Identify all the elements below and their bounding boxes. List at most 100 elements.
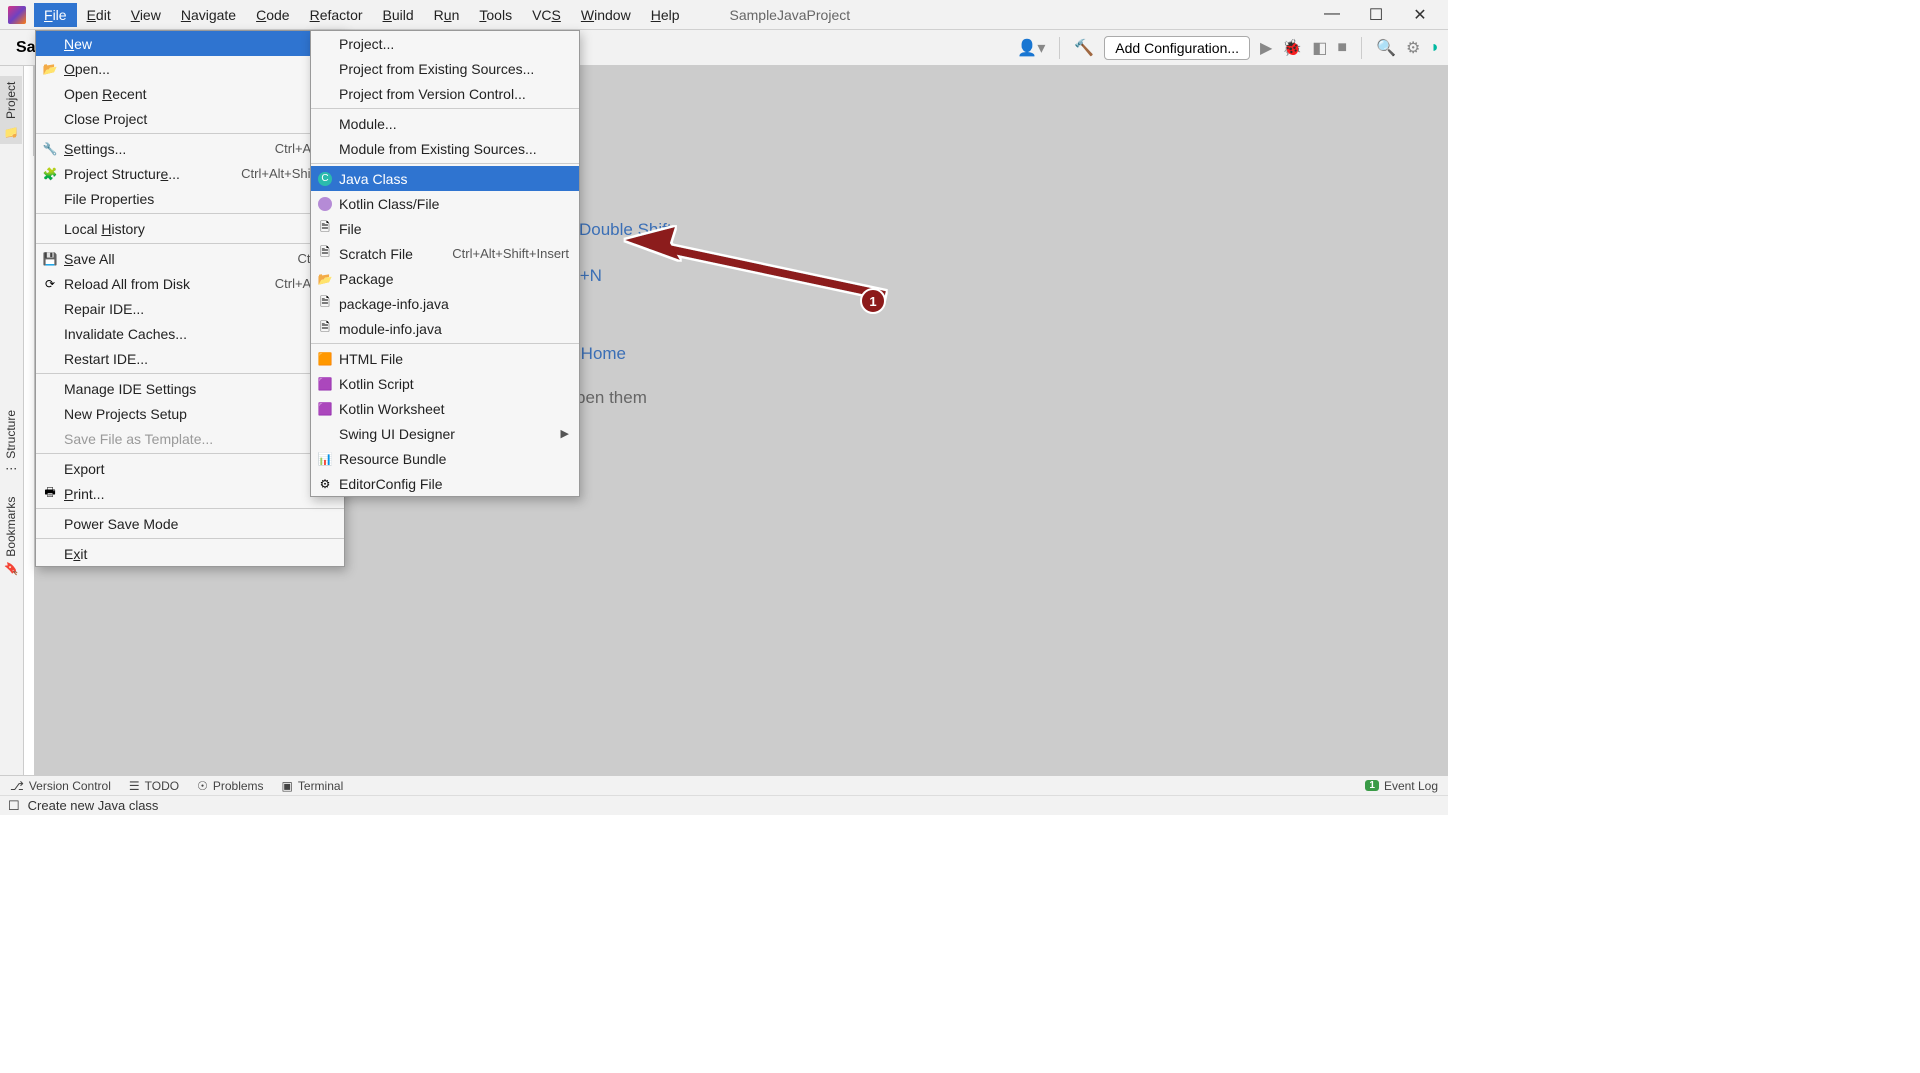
coverage-icon[interactable]: ◧ (1312, 38, 1327, 58)
file-menu-item-close-project[interactable]: Close Project (36, 106, 344, 131)
menu-navigate[interactable]: Navigate (171, 3, 246, 27)
add-configuration-button[interactable]: Add Configuration... (1104, 36, 1250, 60)
file-menu-item-manage-ide-settings[interactable]: Manage IDE Settings▶ (36, 376, 344, 401)
tool-todo[interactable]: ☰TODO (129, 779, 179, 793)
new-menu-item-scratch-file[interactable]: 🗎Scratch FileCtrl+Alt+Shift+Insert (311, 241, 579, 266)
new-menu-item-kotlin-script[interactable]: 🟪Kotlin Script (311, 371, 579, 396)
wrench-icon: 🔧 (42, 141, 58, 157)
file-menu-item-repair-ide-[interactable]: Repair IDE... (36, 296, 344, 321)
file-menu-item-file-properties[interactable]: File Properties▶ (36, 186, 344, 211)
warning-icon: ☉ (197, 779, 208, 793)
menu-help[interactable]: Help (641, 3, 690, 27)
menu-vcs[interactable]: VCS (522, 3, 571, 27)
menu-run[interactable]: Run (424, 3, 470, 27)
menu-label: package-info.java (339, 296, 569, 312)
status-bar: ☐ Create new Java class (0, 795, 1448, 815)
new-menu-item-file[interactable]: 🗎File (311, 216, 579, 241)
menu-label: Open... (64, 61, 334, 77)
menu-label: module-info.java (339, 321, 569, 337)
menu-file[interactable]: File (34, 3, 77, 27)
menu-view[interactable]: View (121, 3, 171, 27)
new-menu-item-package-info-java[interactable]: 🗎 package-info.java (311, 291, 579, 316)
file-menu-item-new[interactable]: New▶ (36, 31, 344, 56)
stop-icon[interactable]: ■ (1337, 39, 1347, 57)
save-icon: 💾 (42, 251, 58, 267)
tool-project[interactable]: 📁 Project (0, 76, 22, 144)
new-menu-item-html-file[interactable]: 🟧HTML File (311, 346, 579, 371)
close-button[interactable]: ✕ (1408, 5, 1432, 25)
new-menu-item-kotlin-worksheet[interactable]: 🟪Kotlin Worksheet (311, 396, 579, 421)
tool-version-control[interactable]: ⎇Version Control (10, 779, 111, 793)
menu-refactor[interactable]: Refactor (300, 3, 373, 27)
file-menu-item-restart-ide-[interactable]: Restart IDE... (36, 346, 344, 371)
search-icon[interactable]: 🔍 (1376, 38, 1396, 58)
menu-label: Settings... (64, 141, 269, 157)
new-menu-item-swing-ui-designer[interactable]: Swing UI Designer▶ (311, 421, 579, 446)
menu-label: Resource Bundle (339, 451, 569, 467)
jfile-icon: 🗎 (317, 296, 333, 312)
menu-label: Manage IDE Settings (64, 381, 320, 397)
new-menu-item-module-info-java[interactable]: 🗎module-info.java (311, 316, 579, 341)
breadcrumb: Sa (8, 39, 36, 57)
tool-terminal[interactable]: ▣Terminal (282, 779, 344, 793)
user-icon[interactable]: 👤▾ (1017, 38, 1045, 58)
menu-label: Scratch File (339, 246, 446, 262)
file-menu-item-project-structure-[interactable]: 🧩Project Structure...Ctrl+Alt+Shift+S (36, 161, 344, 186)
hammer-icon[interactable]: 🔨 (1074, 38, 1094, 58)
file-menu-item-settings-[interactable]: 🔧Settings...Ctrl+Alt+S (36, 136, 344, 161)
menu-label: Java Class (339, 171, 569, 187)
file-menu-item-reload-all-from-disk[interactable]: ⟳Reload All from DiskCtrl+Alt+Y (36, 271, 344, 296)
menu-label: Close Project (64, 111, 334, 127)
rb-icon: 📊 (317, 451, 333, 467)
tool-problems[interactable]: ☉Problems (197, 779, 263, 793)
menu-tools[interactable]: Tools (469, 3, 522, 27)
jetbrains-icon[interactable]: ◗ (1430, 39, 1440, 57)
file-menu-item-new-projects-setup[interactable]: New Projects Setup▶ (36, 401, 344, 426)
minimize-button[interactable]: — (1320, 5, 1344, 25)
tool-event-log[interactable]: 1Event Log (1365, 779, 1438, 793)
menu-edit[interactable]: Edit (77, 3, 121, 27)
settings-icon[interactable]: ⚙ (1406, 38, 1420, 58)
file-menu-item-open-[interactable]: 📂Open... (36, 56, 344, 81)
file-menu[interactable]: New▶📂Open...Open Recent▶ Close Project 🔧 Se… (35, 30, 345, 567)
file-menu-item-print-[interactable]: 🖶 Print... (36, 481, 344, 506)
run-icon[interactable]: ▶ (1260, 38, 1272, 58)
new-menu-item-kotlin-class-file[interactable]: Kotlin Class/File (311, 191, 579, 216)
menu-label: Print... (64, 486, 334, 502)
shortcut: Ctrl+Alt+Shift+Insert (452, 246, 569, 261)
tool-bookmarks[interactable]: 🔖 Bookmarks (0, 491, 22, 582)
debug-icon[interactable]: 🐞 (1282, 38, 1302, 58)
new-submenu[interactable]: Project...Project from Existing Sources.… (310, 30, 580, 497)
new-menu-item-editorconfig-file[interactable]: ⚙EditorConfig File (311, 471, 579, 496)
window-icon[interactable]: ☐ (8, 798, 20, 814)
file-menu-item-export[interactable]: Export▶ (36, 456, 344, 481)
maximize-button[interactable]: ☐ (1364, 5, 1388, 25)
new-menu-item-module-[interactable]: Module... (311, 111, 579, 136)
file-menu-item-save-all[interactable]: 💾Save AllCtrl+S (36, 246, 344, 271)
file-menu-item-invalidate-caches-[interactable]: Invalidate Caches... (36, 321, 344, 346)
file-menu-item-open-recent[interactable]: Open Recent▶ (36, 81, 344, 106)
new-menu-item-java-class[interactable]: CJava Class (311, 166, 579, 191)
new-menu-item-package[interactable]: 📂Package (311, 266, 579, 291)
new-menu-item-project-[interactable]: Project... (311, 31, 579, 56)
file-menu-item-power-save-mode[interactable]: Power Save Mode (36, 511, 344, 536)
menu-window[interactable]: Window (571, 3, 641, 27)
menu-code[interactable]: Code (246, 3, 299, 27)
hint-nav: -Home (575, 344, 626, 364)
menu-label: File Properties (64, 191, 320, 207)
new-menu-item-project-from-version-control-[interactable]: Project from Version Control... (311, 81, 579, 106)
print-icon: 🖶 (42, 486, 58, 502)
kt-icon: 🟪 (317, 401, 333, 417)
menu-label: Save File as Template... (64, 431, 334, 447)
file-menu-item-local-history[interactable]: Local History▶ (36, 216, 344, 241)
new-menu-item-resource-bundle[interactable]: 📊 Resource Bundle (311, 446, 579, 471)
menu-label: Exit (64, 546, 334, 562)
hint-drop: pen them (576, 388, 647, 408)
tool-structure[interactable]: ⋮ Structure (0, 404, 22, 481)
new-menu-item-project-from-existing-sources-[interactable]: Project from Existing Sources... (311, 56, 579, 81)
file-menu-item-exit[interactable]: Exit (36, 541, 344, 566)
menu-label: Kotlin Class/File (339, 196, 569, 212)
menu-label: HTML File (339, 351, 569, 367)
menu-build[interactable]: Build (373, 3, 424, 27)
new-menu-item-module-from-existing-sources-[interactable]: Module from Existing Sources... (311, 136, 579, 161)
